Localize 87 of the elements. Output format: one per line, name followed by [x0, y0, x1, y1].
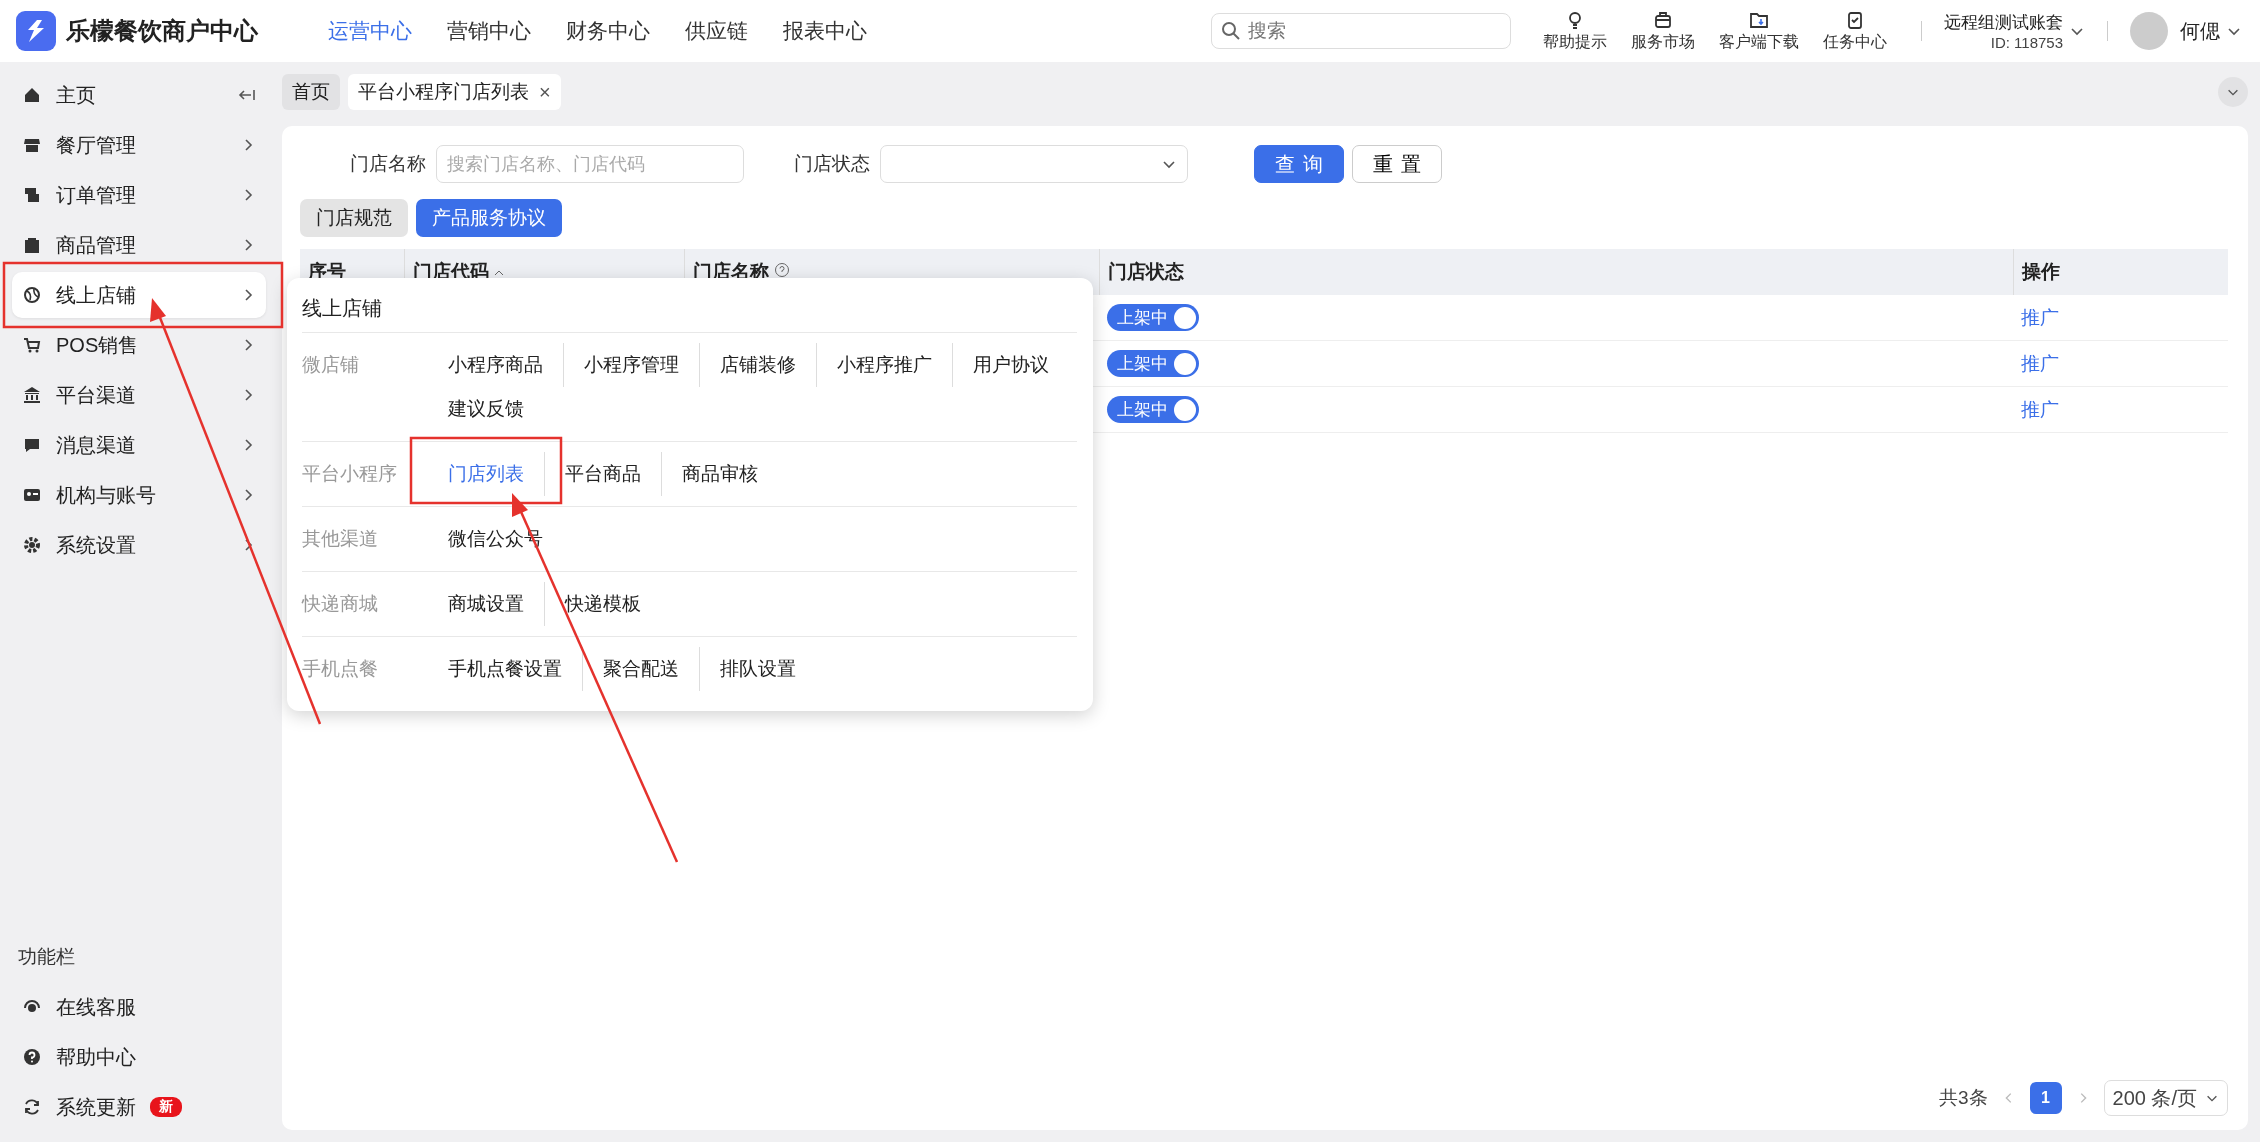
group-label: 平台小程序	[302, 462, 398, 486]
page-button[interactable]: 1	[2029, 1082, 2062, 1114]
total-count: 共3条	[1938, 1086, 1988, 1110]
section-title: 功能栏	[18, 945, 76, 969]
menu-link[interactable]: 门店列表	[447, 452, 544, 496]
page-tab[interactable]: 平台小程序门店列表 ×	[348, 74, 561, 110]
search-field[interactable]: 搜索	[1211, 13, 1511, 49]
menu-link[interactable]: 商城设置	[447, 582, 544, 626]
sidebar-item[interactable]: 订单管理	[12, 172, 266, 218]
filter-tab[interactable]: 产品服务协议	[416, 199, 562, 237]
sidebar-item[interactable]: 线上店铺	[12, 272, 266, 318]
column-header: 操作	[2013, 249, 2228, 295]
menu-link[interactable]: 快递模板	[544, 582, 661, 626]
search-icon	[1221, 21, 1241, 41]
sort-icon[interactable]	[493, 268, 504, 278]
group-label: 其他渠道	[302, 527, 379, 551]
promote-link[interactable]: 推广	[2021, 398, 2059, 420]
status-toggle[interactable]: 上架中	[1107, 350, 1199, 377]
dropdown-button[interactable]	[2218, 77, 2248, 107]
top-nav-tab[interactable]: 财务中心	[566, 17, 650, 45]
sidebar-item[interactable]: POS销售	[12, 322, 266, 368]
sidebar-item[interactable]: 帮助中心	[12, 1034, 266, 1080]
app-name: 乐檬餐饮商户中心	[66, 16, 258, 46]
column-header: 门店状态	[1099, 249, 2013, 295]
sidebar-item[interactable]: 在线客服	[12, 984, 266, 1030]
menu-link[interactable]: 用户协议	[952, 343, 1069, 387]
sidebar-item[interactable]: 餐厅管理	[12, 122, 266, 168]
menu-link[interactable]: 排队设置	[699, 647, 816, 691]
help-icon	[22, 1047, 42, 1067]
close-icon[interactable]: ×	[539, 80, 551, 104]
menu-link[interactable]: 店铺装修	[699, 343, 816, 387]
filter-label: 门店名称	[350, 152, 426, 176]
top-nav-tab[interactable]: 供应链	[685, 17, 748, 45]
menu-link[interactable]: 手机点餐设置	[447, 647, 582, 691]
sidebar-item[interactable]: 机构与账号	[12, 472, 266, 518]
logo-icon	[16, 11, 56, 51]
toolbar-button[interactable]: 任务中心	[1823, 9, 1887, 53]
reset-button[interactable]: 重置	[1352, 145, 1442, 183]
menu-link[interactable]: 小程序商品	[447, 343, 563, 387]
sidebar-item[interactable]: 系统设置	[12, 522, 266, 568]
sidebar-item[interactable]: 平台渠道	[12, 372, 266, 418]
select-field[interactable]	[880, 145, 1188, 183]
sidebar-item[interactable]: 系统更新 新	[12, 1084, 266, 1130]
sidebar-item[interactable]: 主页	[12, 72, 266, 118]
user-name: 何偲	[2180, 18, 2220, 44]
sidebar-item[interactable]: 消息渠道	[12, 422, 266, 468]
sidebar-item[interactable]: 商品管理	[12, 222, 266, 268]
new-badge: 新	[150, 1097, 182, 1117]
menu-title: 线上店铺	[302, 295, 382, 321]
bag-icon	[22, 235, 42, 255]
menu-link[interactable]: 聚合配送	[582, 647, 699, 691]
globe-icon	[22, 285, 42, 305]
group-label: 快递商城	[302, 592, 379, 616]
group-label: 微店铺	[302, 353, 360, 377]
account-id: ID: 118753	[1990, 34, 2063, 51]
account-name: 远程组测试账套	[1944, 12, 2063, 34]
promote-link[interactable]: 推广	[2021, 352, 2059, 374]
menu-link[interactable]: 小程序推广	[816, 343, 952, 387]
menu-link[interactable]: 商品审核	[661, 452, 778, 496]
filter-tab[interactable]: 门店规范	[300, 199, 408, 237]
top-nav-tab[interactable]: 报表中心	[783, 17, 867, 45]
top-nav-tab[interactable]: 运营中心	[328, 17, 412, 45]
promote-link[interactable]: 推广	[2021, 306, 2059, 328]
clipboard-check-icon	[1845, 9, 1865, 30]
menu-link[interactable]: 平台商品	[544, 452, 661, 496]
status-toggle[interactable]: 上架中	[1107, 396, 1199, 423]
gear-icon	[22, 535, 42, 555]
menu-link[interactable]: 建议反馈	[447, 387, 544, 431]
avatar[interactable]	[2130, 12, 2168, 50]
bank-icon	[22, 385, 42, 405]
collapse-icon[interactable]	[238, 87, 256, 103]
menu-link[interactable]: 小程序管理	[563, 343, 699, 387]
search-button[interactable]: 查询	[1254, 145, 1344, 183]
toolbar-button[interactable]: 客户端下载	[1719, 9, 1799, 53]
input-field[interactable]: 搜索门店名称、门店代码	[436, 145, 744, 183]
top-nav-tab[interactable]: 营销中心	[447, 17, 531, 45]
status-toggle[interactable]: 上架中	[1107, 304, 1199, 331]
page-size-select[interactable]: 200 条/页	[2103, 1080, 2228, 1116]
group-label: 手机点餐	[302, 657, 379, 681]
refresh-icon	[22, 1097, 42, 1117]
briefcase-icon	[1653, 9, 1673, 30]
toolbar-button[interactable]: 服务市场	[1631, 9, 1695, 53]
toolbar-button[interactable]: 帮助提示	[1543, 9, 1607, 53]
page-tab[interactable]: 首页	[282, 74, 340, 110]
home-icon	[22, 85, 42, 105]
cart-icon	[22, 335, 42, 355]
filter-label: 门店状态	[794, 152, 870, 176]
